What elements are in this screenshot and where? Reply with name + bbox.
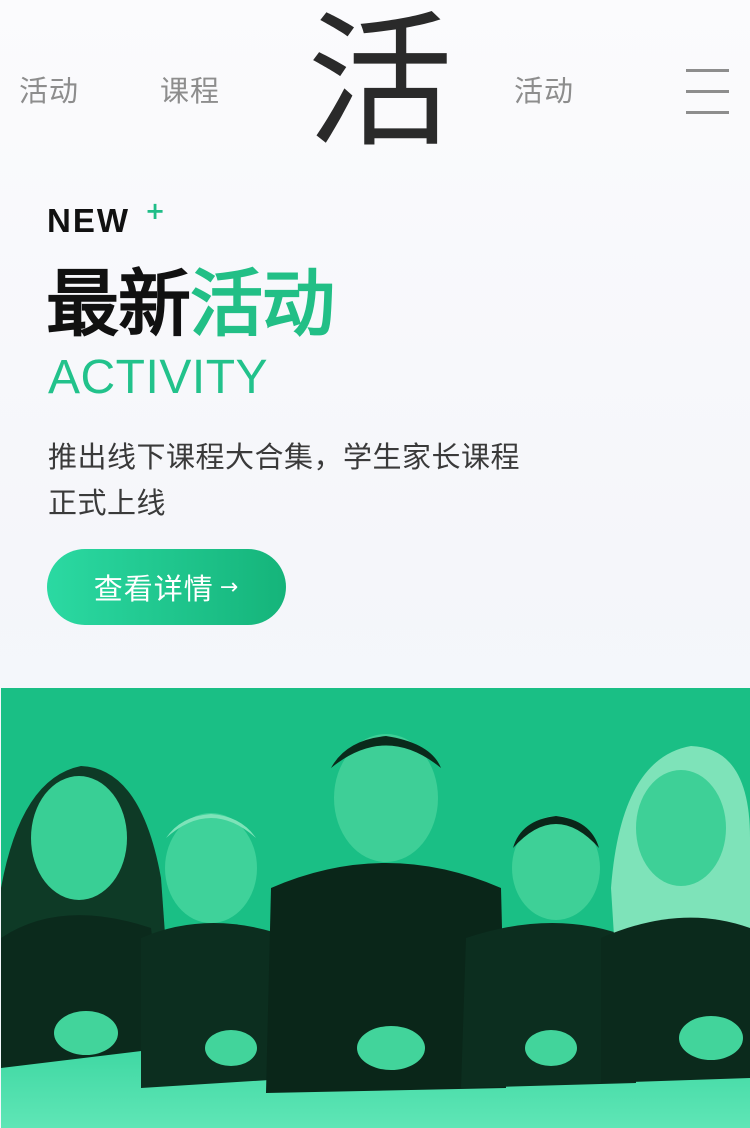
- arrow-right-icon: →: [219, 574, 240, 600]
- menu-bar: [686, 90, 729, 93]
- family-photo-illustration: [1, 734, 750, 1128]
- hamburger-icon[interactable]: [684, 67, 731, 117]
- nav-link-courses[interactable]: 课程: [160, 68, 220, 110]
- site-logo[interactable]: 活: [307, 3, 453, 163]
- nav-link-activity-right[interactable]: 活动: [514, 68, 574, 110]
- view-details-label: 查看详情: [93, 572, 214, 606]
- title-accent: 活动: [190, 262, 335, 347]
- page-subtitle: ACTIVITY: [48, 351, 269, 404]
- plus-icon: +: [145, 197, 166, 225]
- top-nav: 活动 课程 活 活动: [0, 0, 750, 175]
- page: 活动 课程 活 活动 NEW + 最新活动 ACTIVITY 推出线下课程大合集…: [0, 0, 750, 1128]
- view-details-button[interactable]: 查看详情 →: [47, 549, 286, 625]
- new-tag: NEW: [47, 202, 130, 239]
- family-photo: [1, 688, 750, 1128]
- description-line-2: 正式上线: [48, 486, 167, 520]
- menu-bar: [686, 111, 729, 114]
- nav-link-activity[interactable]: 活动: [19, 68, 79, 110]
- title-dark: 最新: [46, 262, 191, 347]
- page-title: 最新活动: [46, 262, 335, 348]
- menu-bar: [686, 69, 729, 72]
- description-line-1: 推出线下课程大合集，学生家长课程: [48, 440, 521, 474]
- description: 推出线下课程大合集，学生家长课程 正式上线: [48, 434, 568, 526]
